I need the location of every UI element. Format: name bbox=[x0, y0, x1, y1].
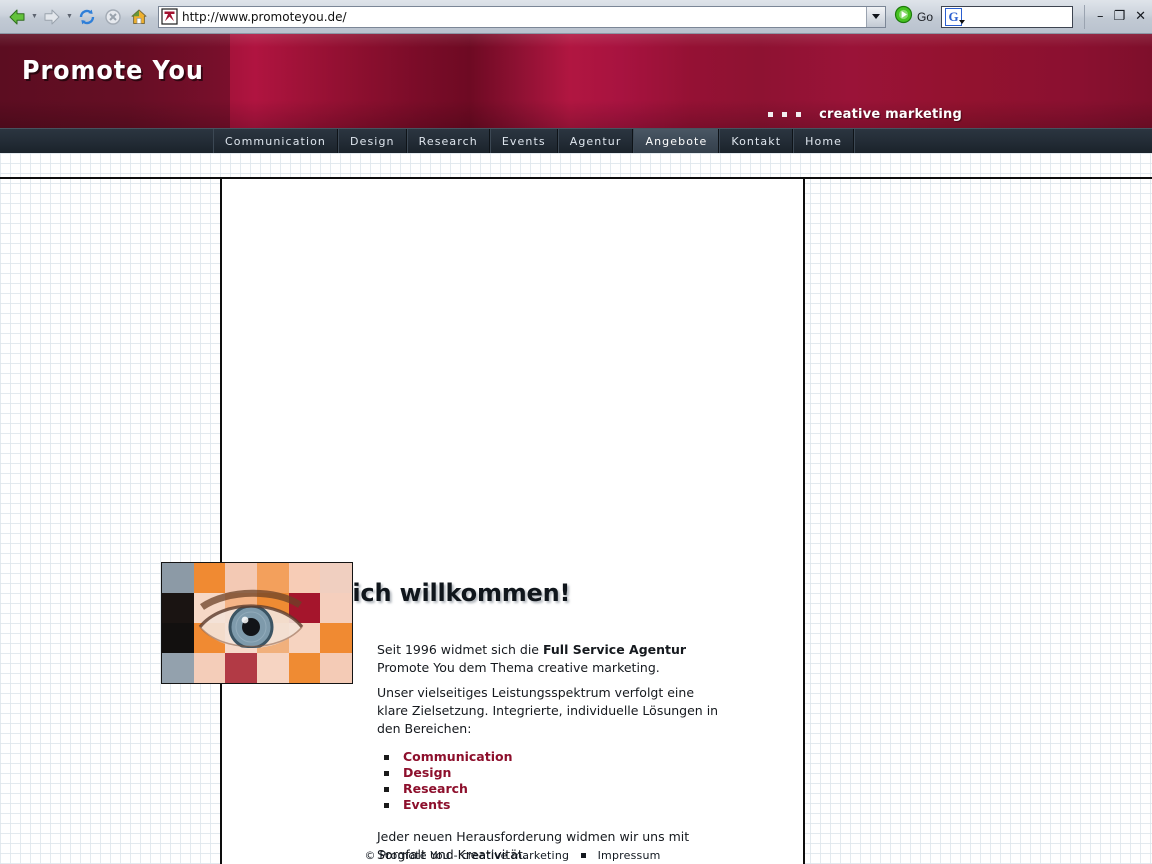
address-dropdown-button[interactable] bbox=[866, 6, 885, 27]
tagline-square-icon bbox=[796, 112, 802, 117]
nav-item-design[interactable]: Design bbox=[338, 129, 407, 154]
intro-paragraph-pre: Seit 1996 widmet sich die bbox=[377, 642, 543, 657]
footer-copyright: © Promote You - creative marketing bbox=[364, 849, 570, 862]
site-favicon bbox=[161, 8, 178, 25]
list-item-research[interactable]: Research bbox=[377, 781, 513, 797]
back-arrow-icon[interactable] bbox=[4, 4, 30, 30]
tagline-square-icon bbox=[782, 112, 788, 117]
stop-icon[interactable] bbox=[100, 4, 126, 30]
services-list: Communication Design Research Events bbox=[377, 749, 513, 813]
list-item-events[interactable]: Events bbox=[377, 797, 513, 813]
site-banner: Promote You bbox=[0, 34, 1152, 128]
window-controls: – ❐ ✕ bbox=[1083, 4, 1152, 29]
footer-impressum-link[interactable]: Impressum bbox=[598, 849, 661, 862]
list-item-design[interactable]: Design bbox=[377, 765, 513, 781]
navigation-buttons: ▼ ▼ bbox=[0, 4, 152, 30]
forward-history-chevron-icon[interactable]: ▼ bbox=[65, 4, 74, 30]
search-input[interactable]: G bbox=[941, 5, 1074, 28]
intro-paragraph-post: Promote You dem Thema creative marketing… bbox=[377, 660, 660, 675]
tagline-text: creative marketing bbox=[819, 107, 962, 122]
go-label: Go bbox=[917, 9, 934, 24]
search-engine-chevron-icon[interactable] bbox=[959, 19, 966, 24]
close-button[interactable]: ✕ bbox=[1135, 10, 1146, 23]
back-history-chevron-icon[interactable]: ▼ bbox=[30, 4, 39, 30]
site-logo[interactable]: Promote You bbox=[22, 56, 204, 86]
minimize-button[interactable]: – bbox=[1097, 10, 1104, 23]
restore-button[interactable]: ❐ bbox=[1113, 10, 1125, 23]
services-intro-paragraph: Unser vielseitiges Leistungsspektrum ver… bbox=[377, 685, 719, 736]
forward-arrow-icon[interactable] bbox=[39, 4, 65, 30]
address-bar[interactable]: http://www.promoteyou.de/ bbox=[158, 5, 886, 28]
go-button[interactable]: Go bbox=[894, 5, 933, 29]
nav-item-angebote[interactable]: Angebote bbox=[633, 129, 720, 154]
refresh-icon[interactable] bbox=[74, 4, 100, 30]
footer-separator-icon bbox=[580, 853, 586, 858]
browser-window: ▼ ▼ http://www.promoteyou.de/ Go G – ❐ ✕… bbox=[0, 0, 1152, 864]
chevron-down-icon bbox=[872, 14, 880, 19]
page-body: Herzlich willkommen! Seit 1996 widmet si… bbox=[0, 153, 1152, 864]
nav-right-filler bbox=[854, 129, 1152, 154]
nav-item-kontakt[interactable]: Kontakt bbox=[719, 129, 794, 154]
page-footer: © Promote You - creative marketing Impre… bbox=[222, 849, 803, 862]
browser-toolbar: ▼ ▼ http://www.promoteyou.de/ Go G – ❐ ✕ bbox=[0, 0, 1152, 34]
nav-item-research[interactable]: Research bbox=[406, 129, 490, 154]
intro-paragraph: Seit 1996 widmet sich die Full Service A… bbox=[377, 641, 722, 677]
tagline-square-icon bbox=[768, 112, 774, 117]
list-item-communication[interactable]: Communication bbox=[377, 749, 513, 765]
address-url-text: http://www.promoteyou.de/ bbox=[182, 9, 347, 24]
nav-left-spacer bbox=[0, 129, 213, 154]
site-navigation: Communication Design Research Events Age… bbox=[0, 128, 1152, 154]
eye-mosaic-image bbox=[161, 562, 353, 684]
nav-item-home[interactable]: Home bbox=[793, 129, 855, 154]
nav-item-events[interactable]: Events bbox=[489, 129, 558, 154]
intro-paragraph-bold: Full Service Agentur bbox=[542, 642, 687, 657]
home-icon[interactable] bbox=[126, 4, 152, 30]
go-play-icon bbox=[894, 5, 913, 29]
search-field[interactable] bbox=[970, 8, 1073, 25]
content-column: Herzlich willkommen! Seit 1996 widmet si… bbox=[161, 179, 805, 864]
nav-item-agentur[interactable]: Agentur bbox=[557, 129, 634, 154]
banner-tagline: creative marketing bbox=[768, 107, 962, 122]
nav-item-communication[interactable]: Communication bbox=[213, 129, 339, 154]
